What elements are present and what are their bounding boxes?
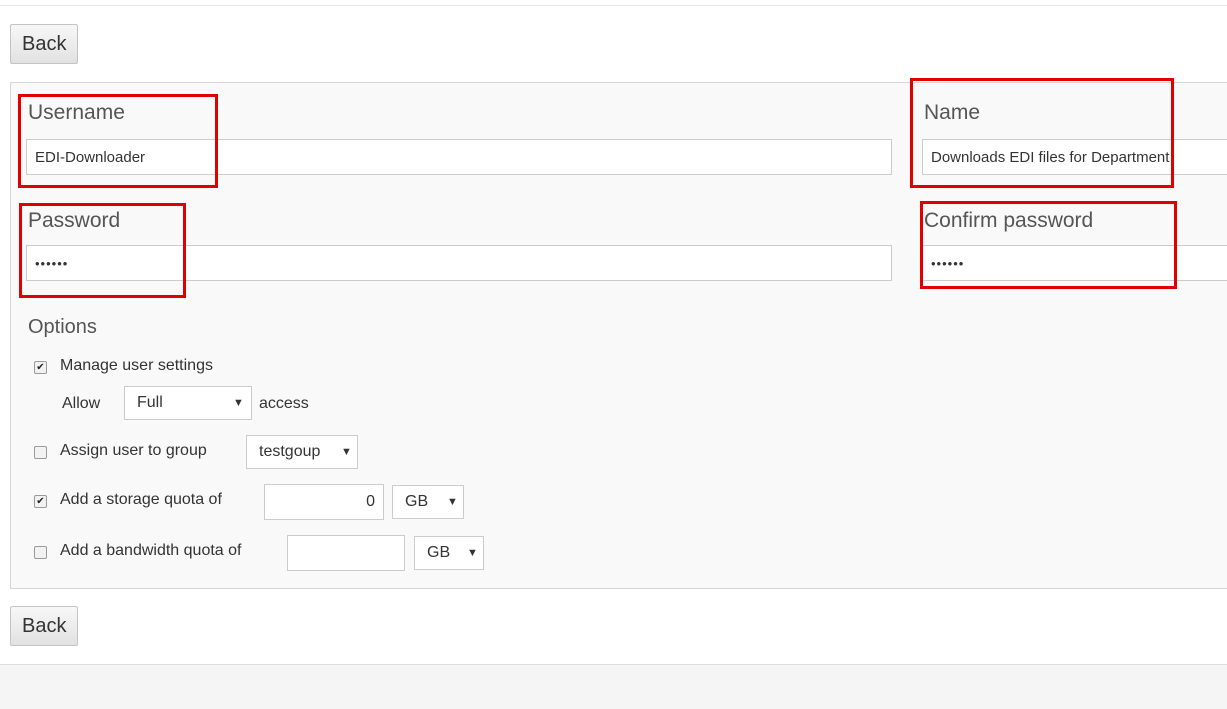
username-input[interactable] [26, 139, 892, 175]
chevron-down-icon: ▼ [341, 446, 352, 458]
confirm-password-label: Confirm password [924, 209, 1094, 232]
options-heading: Options [28, 316, 97, 338]
chevron-down-icon: ▼ [467, 547, 478, 559]
back-button-top[interactable]: Back [10, 24, 79, 64]
password-label: Password [28, 209, 121, 232]
bandwidth-quota-label: Add a bandwidth quota of [60, 542, 242, 559]
manage-settings-checkbox[interactable]: ✔ [34, 361, 47, 374]
manage-settings-label: Manage user settings [60, 357, 213, 374]
bandwidth-quota-checkbox[interactable] [34, 546, 47, 559]
password-input[interactable] [26, 245, 892, 281]
chevron-down-icon: ▼ [233, 397, 244, 409]
access-label: access [259, 395, 309, 412]
storage-quota-input[interactable] [264, 484, 384, 520]
allow-label: Allow [62, 395, 101, 412]
name-label: Name [924, 101, 981, 124]
access-level-select[interactable]: Full ▼ [124, 386, 252, 420]
bandwidth-quota-input[interactable] [287, 535, 405, 571]
name-input[interactable] [922, 139, 1227, 175]
storage-quota-label: Add a storage quota of [60, 491, 222, 508]
checkmark-icon: ✔ [36, 496, 45, 507]
bandwidth-unit-value: GB [427, 544, 451, 561]
back-button-bottom[interactable]: Back [10, 606, 79, 646]
username-label: Username [28, 101, 125, 124]
access-level-value: Full [137, 394, 163, 411]
storage-unit-select[interactable]: GB ▼ [392, 485, 464, 519]
group-select[interactable]: testgoup ▼ [246, 435, 358, 469]
storage-quota-checkbox[interactable]: ✔ [34, 495, 47, 508]
checkmark-icon: ✔ [36, 362, 45, 373]
bandwidth-unit-select[interactable]: GB ▼ [414, 536, 484, 570]
storage-unit-value: GB [405, 493, 429, 510]
footer-divider [0, 664, 1227, 665]
chevron-down-icon: ▼ [447, 496, 458, 508]
assign-group-checkbox[interactable] [34, 446, 47, 459]
confirm-password-input[interactable] [922, 245, 1227, 281]
assign-group-label: Assign user to group [60, 442, 207, 459]
group-value: testgoup [259, 443, 321, 460]
top-divider [0, 5, 1227, 6]
